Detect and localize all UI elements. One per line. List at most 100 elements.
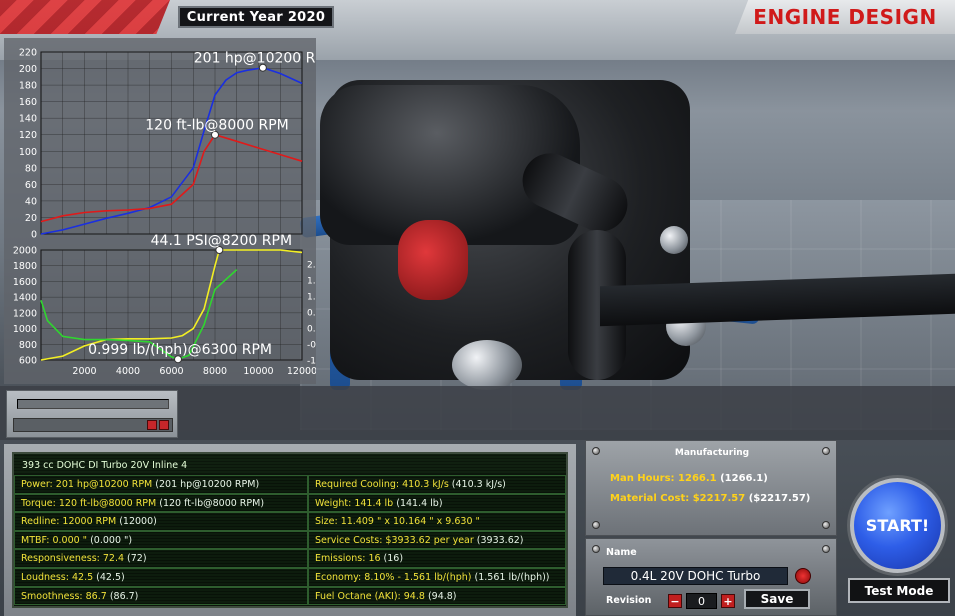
y2-tick-label: -1.0 <box>307 357 316 367</box>
design-name-panel: Name 0.4L 20V DOHC Turbo Revision − 0 + … <box>585 538 837 616</box>
engine-name-field[interactable]: 0.4L 20V DOHC Turbo <box>603 567 788 585</box>
stat-value: Weight: 141.4 lb <box>315 497 394 509</box>
stat-reference: (0.000 ") <box>87 534 133 546</box>
slider-right-button[interactable] <box>159 420 169 430</box>
y-tick-label: 180 <box>19 81 37 92</box>
y-tick-label: 1600 <box>13 277 37 288</box>
stat-cell: Torque: 120 ft-lb@8000 RPM (120 ft-lb@80… <box>14 493 308 513</box>
decorative-stripe <box>0 0 170 34</box>
page-title: ENGINE DESIGN <box>753 5 937 29</box>
stat-reference: (141.4 lb) <box>393 497 443 509</box>
man-hours: Man Hours: 1266.1 (1266.1) <box>610 473 768 484</box>
stats-grid: Power: 201 hp@10200 RPM (201 hp@10200 RP… <box>14 475 566 606</box>
y-tick-label: 120 <box>19 130 37 141</box>
stat-reference: (16) <box>380 553 404 565</box>
performance-chart: 0 20 40 60 80 100 120 140 160 180 200 220 201 hp@102… <box>13 48 336 378</box>
stat-value: Torque: 120 ft-lb@8000 RPM <box>21 497 157 509</box>
y-tick-label: 220 <box>19 48 37 59</box>
y-tick-label: 140 <box>19 114 37 125</box>
x-tick-label: 6000 <box>159 366 183 377</box>
screw <box>592 521 600 529</box>
y-tick-label: 600 <box>19 356 37 367</box>
stat-value: Loudness: 42.5 <box>21 571 94 583</box>
stat-value: Emissions: 16 <box>315 553 381 565</box>
page-title-banner: ENGINE DESIGN <box>735 0 955 34</box>
stat-value: Fuel Octane (AKI): 94.8 <box>315 590 425 602</box>
stat-cell: Responsiveness: 72.4 (72) <box>14 549 308 568</box>
stat-value: Smoothness: 86.7 <box>21 590 107 602</box>
revision-value: 0 <box>686 593 717 609</box>
annotation-label: 120 ft-lb@8000 RPM <box>145 118 289 134</box>
y2-tick-label: 0.6 <box>307 309 316 319</box>
x-tick-label: 8000 <box>203 366 227 377</box>
man-hours-paren: (1266.1) <box>716 473 768 484</box>
stat-value: Size: 11.409 " x 10.164 " x 9.630 " <box>315 516 480 528</box>
stat-reference: (410.3 kJ/s) <box>448 479 506 490</box>
stat-reference: (94.8) <box>424 590 457 602</box>
y-tick-label: 40 <box>25 196 37 207</box>
y-tick-label: 80 <box>25 163 37 174</box>
stat-cell: Redline: 12000 RPM (12000) <box>14 512 308 531</box>
y2-tick-label: 1.9 <box>307 277 316 287</box>
stat-value: Redline: 12000 RPM <box>21 516 117 528</box>
manufacturing-panel: Manufacturing Man Hours: 1266.1 (1266.1)… <box>585 440 837 536</box>
y-tick-label: 1400 <box>13 293 37 304</box>
stat-value: MTBF: 0.000 " <box>21 534 88 546</box>
stat-cell: Economy: 8.10% - 1.561 lb/(hph) (1.561 l… <box>308 567 566 587</box>
y-tick-label: 20 <box>25 213 37 224</box>
y-tick-label: 1800 <box>13 261 37 272</box>
y-tick-label: 1200 <box>13 308 37 319</box>
start-button[interactable]: START! <box>850 478 945 573</box>
stat-value: Economy: 8.10% - 1.561 lb/(hph) <box>315 571 472 583</box>
screw <box>592 545 600 553</box>
material-cost-paren: ($2217.57) <box>745 493 811 504</box>
stat-cell: Fuel Octane (AKI): 94.8 (94.8) <box>308 586 566 606</box>
stat-value: Power: 201 hp@10200 RPM <box>21 479 153 490</box>
save-button[interactable]: Save <box>744 589 810 609</box>
stat-reference: (3933.62) <box>473 534 524 546</box>
annotation-label: 0.999 lb/(hph)@6300 RPM <box>88 342 272 358</box>
y-tick-label: 1000 <box>13 324 37 335</box>
stat-cell: Power: 201 hp@10200 RPM (201 hp@10200 RP… <box>14 475 308 494</box>
name-label: Name <box>606 547 637 558</box>
y-tick-label: 160 <box>19 97 37 108</box>
stat-value: Required Cooling: 410.3 kJ/s <box>315 479 449 490</box>
slider-left-button[interactable] <box>147 420 157 430</box>
y-tick-label: 0 <box>31 230 37 241</box>
y2-tick-label: 1.3 <box>307 293 316 303</box>
y2-tick-label: -0.4 <box>307 341 316 351</box>
stat-cell: MTBF: 0.000 " (0.000 ") <box>14 530 308 550</box>
x-tick-label: 2000 <box>72 366 96 377</box>
stat-cell: Weight: 141.4 lb (141.4 lb) <box>308 493 566 513</box>
stat-cell: Loudness: 42.5 (42.5) <box>14 567 308 587</box>
screw <box>822 521 830 529</box>
annotation-label: 201 hp@10200 RPM <box>194 51 316 67</box>
x-tick-label: 4000 <box>116 366 140 377</box>
y-tick-label: 200 <box>19 64 37 75</box>
clear-name-icon[interactable] <box>795 568 811 584</box>
stat-reference: (72) <box>124 553 147 565</box>
revision-label: Revision <box>606 595 652 606</box>
stats-screen: 393 cc DOHC DI Turbo 20V Inline 4 Power:… <box>12 452 568 608</box>
screw <box>822 545 830 553</box>
stat-reference: (201 hp@10200 RPM) <box>152 479 260 490</box>
material-cost-value: Material Cost: $2217.57 <box>610 493 746 504</box>
revision-decrement-button[interactable]: − <box>668 594 682 608</box>
slider-track[interactable] <box>17 399 169 409</box>
test-mode-button[interactable]: Test Mode <box>848 578 950 603</box>
stat-cell: Required Cooling: 410.3 kJ/s (410.3 kJ/s… <box>308 475 566 494</box>
stat-cell: Emissions: 16 (16) <box>308 549 566 568</box>
exhaust-tip <box>452 340 522 390</box>
stat-value: Responsiveness: 72.4 <box>21 553 125 565</box>
turbo-housing <box>398 220 468 300</box>
stat-reference: (12000) <box>116 516 157 528</box>
y2-tick-label: 0.1 <box>307 325 316 335</box>
material-cost: Material Cost: $2217.57 ($2217.57) <box>610 493 810 504</box>
revision-increment-button[interactable]: + <box>721 594 735 608</box>
stat-value: Service Costs: $3933.62 per year <box>315 534 474 546</box>
rpm-slider[interactable] <box>6 390 178 438</box>
y2-tick-label: 2.4 <box>307 261 316 271</box>
engine-description: 393 cc DOHC DI Turbo 20V Inline 4 <box>14 454 566 474</box>
stat-reference: (42.5) <box>93 571 125 583</box>
man-hours-value: Man Hours: 1266.1 <box>610 473 717 484</box>
